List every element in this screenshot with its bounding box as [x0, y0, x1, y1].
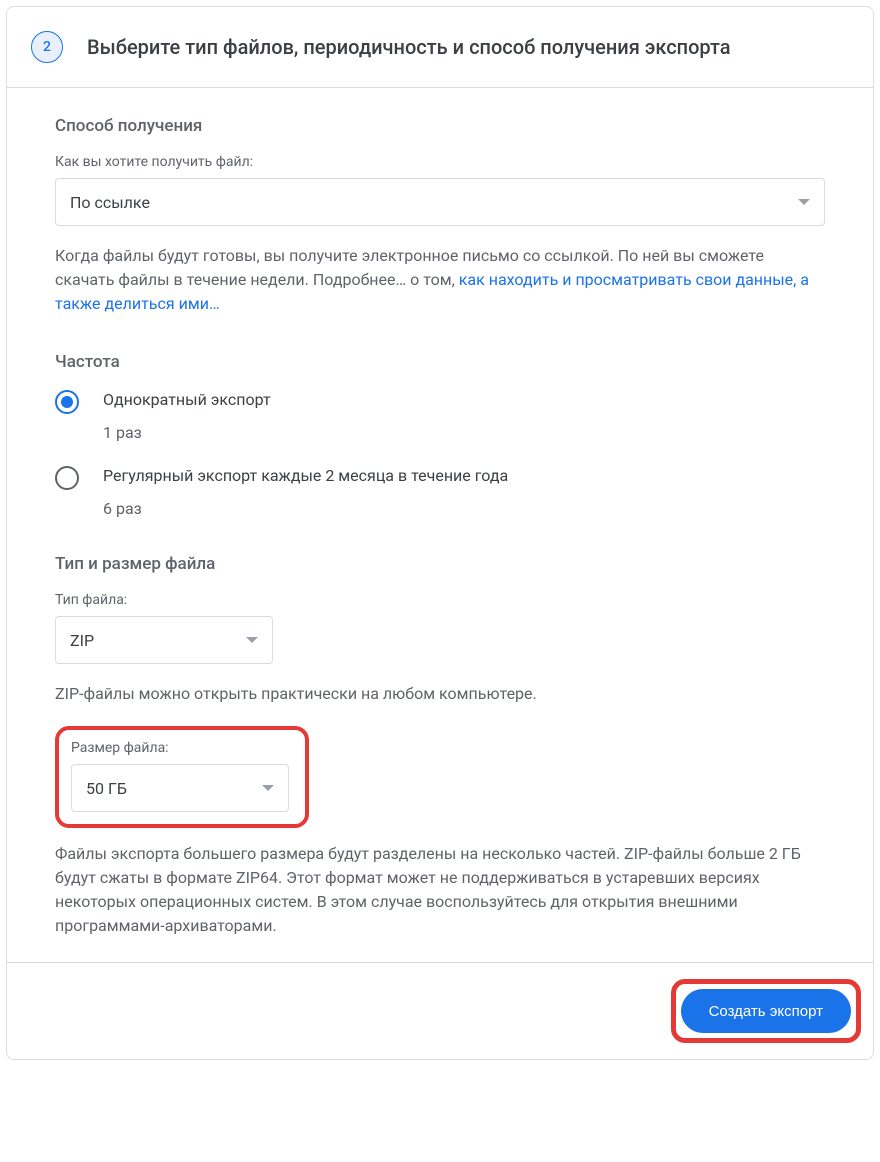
- frequency-radio-group: Однократный экспорт 1 раз Регулярный экс…: [55, 390, 825, 518]
- frequency-option-recurring[interactable]: Регулярный экспорт каждые 2 месяца в теч…: [55, 466, 825, 518]
- frequency-option-sub: 6 раз: [103, 499, 508, 518]
- delivery-field-label: Как вы хотите получить файл:: [55, 154, 825, 170]
- delivery-method-select[interactable]: По ссылке: [55, 178, 825, 226]
- create-export-button[interactable]: Создать экспорт: [681, 989, 851, 1033]
- content-area: Способ получения Как вы хотите получить …: [7, 88, 873, 938]
- delivery-description: Когда файлы будут готовы, вы получите эл…: [55, 244, 825, 316]
- caret-down-icon: [246, 637, 258, 643]
- file-size-label: Размер файла:: [71, 740, 293, 756]
- frequency-option-once[interactable]: Однократный экспорт 1 раз: [55, 390, 825, 442]
- file-size-value: 50 ГБ: [86, 779, 127, 798]
- step-number-badge: 2: [31, 31, 63, 63]
- radio-unchecked-icon[interactable]: [55, 466, 79, 490]
- frequency-option-label: Однократный экспорт: [103, 390, 271, 409]
- file-type-select[interactable]: ZIP: [55, 616, 273, 664]
- create-export-highlight: Создать экспорт: [671, 979, 861, 1043]
- frequency-section: Частота Однократный экспорт 1 раз Регуля…: [55, 352, 825, 518]
- delivery-section-title: Способ получения: [55, 116, 825, 136]
- file-size-highlight: Размер файла: 50 ГБ: [55, 726, 309, 828]
- file-section: Тип и размер файла Тип файла: ZIP ZIP-фа…: [55, 554, 825, 938]
- footer-actions: Создать экспорт: [7, 962, 873, 1059]
- frequency-section-title: Частота: [55, 352, 825, 372]
- file-type-description: ZIP-файлы можно открыть практически на л…: [55, 682, 825, 706]
- file-type-value: ZIP: [70, 631, 94, 650]
- file-type-label: Тип файла:: [55, 592, 825, 608]
- frequency-option-sub: 1 раз: [103, 423, 271, 442]
- radio-checked-icon[interactable]: [55, 390, 79, 414]
- step-title: Выберите тип файлов, периодичность и спо…: [87, 35, 731, 59]
- delivery-method-value: По ссылке: [70, 193, 150, 212]
- file-section-title: Тип и размер файла: [55, 554, 825, 574]
- file-size-select[interactable]: 50 ГБ: [71, 764, 289, 812]
- export-settings-card: 2 Выберите тип файлов, периодичность и с…: [6, 6, 874, 1060]
- frequency-option-label: Регулярный экспорт каждые 2 месяца в теч…: [103, 466, 508, 485]
- step-header: 2 Выберите тип файлов, периодичность и с…: [7, 7, 873, 88]
- file-size-description: Файлы экспорта большего размера будут ра…: [55, 842, 825, 938]
- caret-down-icon: [262, 785, 274, 791]
- caret-down-icon: [798, 199, 810, 205]
- delivery-section: Способ получения Как вы хотите получить …: [55, 116, 825, 316]
